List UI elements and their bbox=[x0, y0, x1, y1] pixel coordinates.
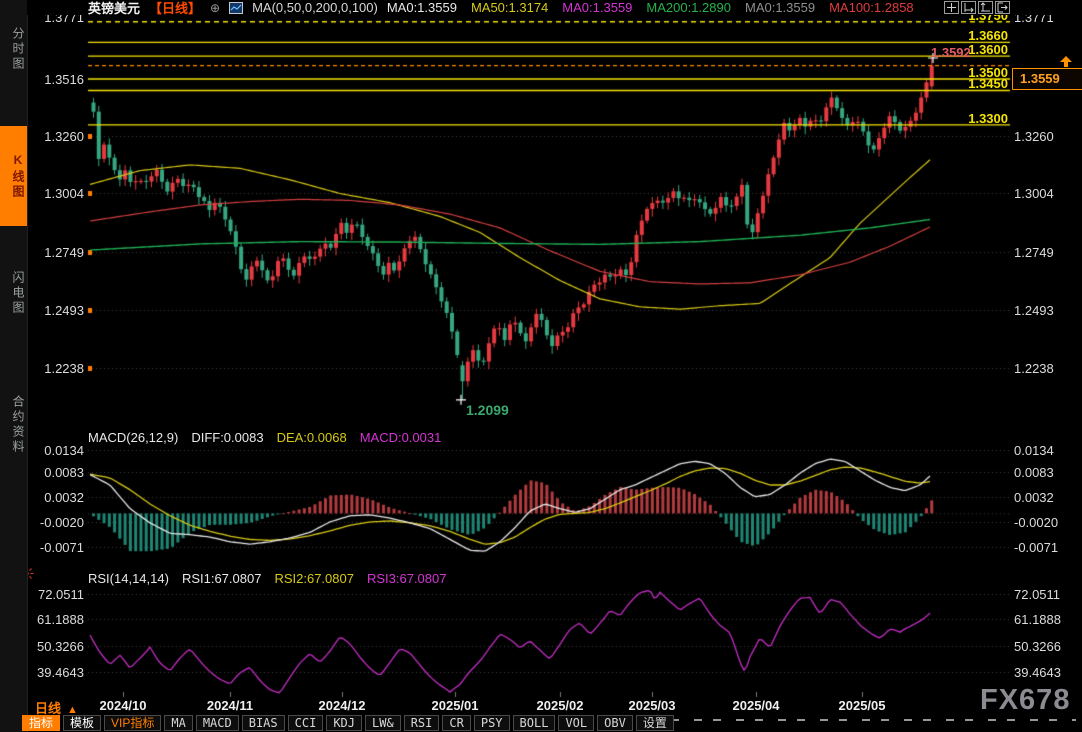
y-axis-tick-macd-right: 0.0134 bbox=[1014, 443, 1080, 458]
y-axis-tick-macd-right: 0.0032 bbox=[1014, 490, 1080, 505]
rsi-title: RSI(14,14,14) bbox=[88, 571, 169, 586]
period-text: 日线 bbox=[35, 701, 61, 716]
y-axis-tick-main-left: 1.3516 bbox=[24, 72, 84, 87]
y-axis-tick-rsi-right: 50.3266 bbox=[1014, 639, 1080, 654]
sidebar-tab-2[interactable]: K线图 bbox=[0, 126, 27, 226]
x-axis-month-label: 2024/11 bbox=[207, 698, 253, 713]
chart-header: 英镑美元 【日线】 ⊕ MA(0,50,0,200,0,100) MA0:1.3… bbox=[27, 0, 1082, 15]
macd-title: MACD(26,12,9) bbox=[88, 430, 178, 445]
toolbar-button-KDJ[interactable]: KDJ bbox=[326, 715, 362, 731]
rsi2-value: RSI2:67.0807 bbox=[274, 571, 354, 586]
toolbar-button-BOLL[interactable]: BOLL bbox=[513, 715, 556, 731]
crosshair-icon[interactable] bbox=[944, 1, 959, 14]
toolbar-button-RSI[interactable]: RSI bbox=[404, 715, 440, 731]
sidebar: 分时图 K线图闪电图合约资料 bbox=[0, 0, 28, 732]
rsi-header: RSI(14,14,14) RSI1:67.0807 RSI2:67.0807 … bbox=[88, 571, 446, 586]
x-axis-month-label: 2024/10 bbox=[100, 698, 147, 713]
toolbar-dashed-divider bbox=[652, 719, 1076, 721]
toolbar-button-CCI[interactable]: CCI bbox=[288, 715, 324, 731]
watermark-logo: FX678 bbox=[980, 684, 1070, 717]
mini-chart-icon[interactable] bbox=[229, 2, 243, 14]
toolbar-button-PSY[interactable]: PSY bbox=[474, 715, 510, 731]
indicator-toolbar: 指标模板VIP指标MAMACDBIASCCIKDJLW&RSICRPSYBOLL… bbox=[22, 715, 674, 731]
macd-header: MACD(26,12,9) DIFF:0.0083 DEA:0.0068 MAC… bbox=[88, 430, 441, 445]
y-axis-tick-macd-right: -0.0020 bbox=[1014, 515, 1080, 530]
toolbar-button-BIAS[interactable]: BIAS bbox=[242, 715, 285, 731]
y-axis-tick-macd-left: -0.0071 bbox=[24, 540, 84, 555]
sidebar-tab-1[interactable]: 分时图 bbox=[0, 10, 27, 88]
x-axis-month-label: 2025/05 bbox=[839, 698, 886, 713]
y-axis-tick-macd-left: 0.0083 bbox=[24, 465, 84, 480]
ma-legend-item: MA100:1.2858 bbox=[829, 0, 914, 15]
toolbar-button-VIPxx[interactable]: VIP指标 bbox=[104, 715, 161, 731]
level-line-label: 1.3300 bbox=[948, 111, 1008, 126]
toolbar-button-xx[interactable]: 模板 bbox=[63, 715, 101, 731]
symbol-title: 英镑美元 bbox=[88, 0, 140, 17]
toolbar-button-xx[interactable]: 设置 bbox=[636, 715, 674, 731]
toolbar-button-MACD[interactable]: MACD bbox=[196, 715, 239, 731]
rsi3-value: RSI3:67.0807 bbox=[367, 571, 447, 586]
x-axis-month-label: 2025/02 bbox=[537, 698, 584, 713]
macd-dea-value: DEA:0.0068 bbox=[277, 430, 347, 445]
ma-legend-item: MA0:1.3559 bbox=[745, 0, 815, 15]
y-axis-tick-main-left: 1.2238 bbox=[24, 361, 84, 376]
toolbar-button-LWx[interactable]: LW& bbox=[365, 715, 401, 731]
sidebar-tab-4[interactable]: 合约资料 bbox=[0, 366, 27, 484]
x-axis-month-label: 2025/04 bbox=[733, 698, 780, 713]
y-axis-tick-macd-left: 0.0134 bbox=[24, 443, 84, 458]
y-axis-tick-rsi-right: 72.0511 bbox=[1014, 587, 1080, 602]
y-axis-tick-rsi-right: 61.1888 bbox=[1014, 612, 1080, 627]
x-axis-month-label: 2024/12 bbox=[319, 698, 366, 713]
ma-legend-item: MA0:1.3559 bbox=[387, 0, 457, 15]
y-axis-tick-main-right: 1.3004 bbox=[1014, 186, 1080, 201]
y-axis-tick-macd-left: -0.0020 bbox=[24, 515, 84, 530]
add-overlay-icon[interactable]: ⊕ bbox=[210, 1, 220, 15]
y-axis-tick-rsi-left: 39.4643 bbox=[24, 665, 84, 680]
period-badge: 【日线】 bbox=[149, 0, 201, 17]
ma-legend-item: MA200:1.2890 bbox=[646, 0, 731, 15]
sidebar-tab-3[interactable]: 闪电图 bbox=[0, 243, 27, 343]
chart-canvas[interactable] bbox=[0, 0, 1082, 732]
low-price-label: 1.2099 bbox=[466, 402, 509, 418]
y-axis-tick-main-left: 1.3260 bbox=[24, 129, 84, 144]
y-axis-tick-macd-left: 0.0032 bbox=[24, 490, 84, 505]
y-axis-tick-rsi-left: 50.3266 bbox=[24, 639, 84, 654]
x-axis-month-label: 2025/01 bbox=[432, 698, 479, 713]
rsi1-value: RSI1:67.0807 bbox=[182, 571, 262, 586]
y-axis-tick-main-left: 1.2493 bbox=[24, 303, 84, 318]
ma-legend: MA0:1.3559 MA50:1.3174 MA0:1.3559 MA200:1.2… bbox=[387, 0, 914, 15]
y-axis-tick-main-left: 1.2749 bbox=[24, 245, 84, 260]
x-axis-month-label: 2025/03 bbox=[629, 698, 676, 713]
toolbar-button-MA[interactable]: MA bbox=[164, 715, 192, 731]
toolbar-button-OBV[interactable]: OBV bbox=[597, 715, 633, 731]
toolbar-button-xx[interactable]: 指标 bbox=[22, 715, 60, 731]
y-axis-tick-main-right: 1.3260 bbox=[1014, 129, 1080, 144]
ma-legend-item: MA50:1.3174 bbox=[471, 0, 548, 15]
y-axis-tick-main-right: 1.2749 bbox=[1014, 245, 1080, 260]
ma-legend-item: MA0:1.3559 bbox=[562, 0, 632, 15]
y-axis-tick-macd-right: -0.0071 bbox=[1014, 540, 1080, 555]
x-axis-scale-icon[interactable] bbox=[978, 1, 993, 14]
macd-macd-value: MACD:0.0031 bbox=[360, 430, 442, 445]
toolbar-button-VOL[interactable]: VOL bbox=[558, 715, 594, 731]
macd-diff-value: DIFF:0.0083 bbox=[191, 430, 263, 445]
ma-settings-label: MA(0,50,0,200,0,100) bbox=[252, 0, 378, 15]
y-axis-tick-rsi-left: 61.1888 bbox=[24, 612, 84, 627]
y-axis-tick-main-left: 1.3004 bbox=[24, 186, 84, 201]
y-axis-tick-rsi-right: 39.4643 bbox=[1014, 665, 1080, 680]
y-axis-tick-main-right: 1.2238 bbox=[1014, 361, 1080, 376]
high-price-label: 1.3592 bbox=[931, 45, 971, 60]
price-up-arrow-icon bbox=[1058, 55, 1074, 73]
y-axis-tick-macd-right: 0.0083 bbox=[1014, 465, 1080, 480]
y-axis-tick-main-right: 1.2493 bbox=[1014, 303, 1080, 318]
y-axis-scale-icon[interactable] bbox=[961, 1, 976, 14]
y-axis-tick-rsi-left: 72.0511 bbox=[24, 587, 84, 602]
pane-expand-icon[interactable] bbox=[995, 1, 1010, 14]
chart-tools bbox=[944, 1, 1010, 14]
trading-app-window: 分时图 K线图闪电图合约资料 英镑美元 【日线】 ⊕ MA(0,50,0,200,… bbox=[0, 0, 1082, 732]
toolbar-button-CR[interactable]: CR bbox=[442, 715, 470, 731]
level-line-label: 1.3450 bbox=[948, 76, 1008, 91]
